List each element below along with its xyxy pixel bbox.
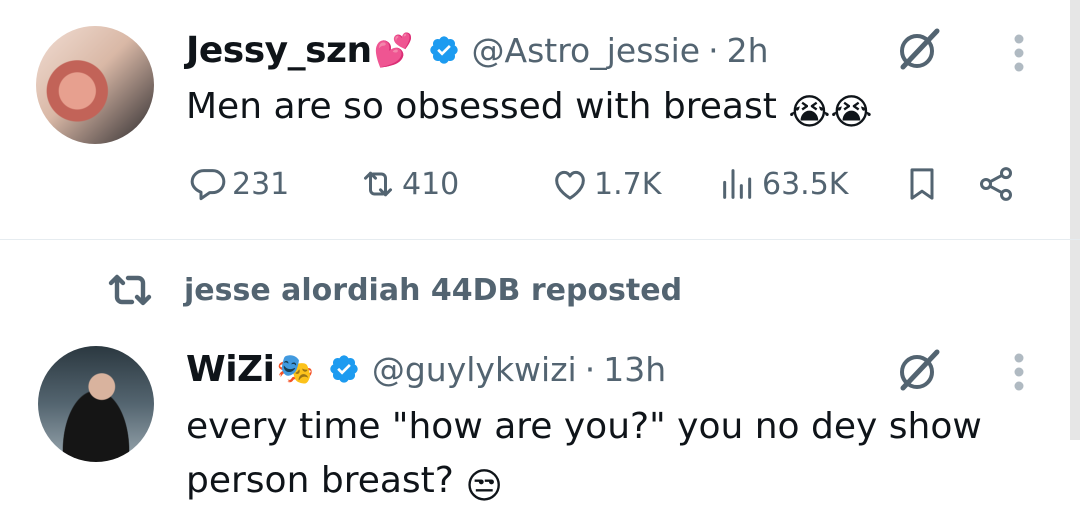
share-icon: [979, 167, 1013, 201]
bookmark-icon: [910, 168, 934, 200]
tweet-text: Men are so obsessed with breast 😭😭: [186, 80, 872, 140]
action-bar: 231 410 1.7K 63.5K: [186, 164, 1046, 208]
repost-button[interactable]: 410: [358, 164, 459, 204]
tweet[interactable]: Jessy_szn 💕 @Astro_jessie · 2h Men are s…: [0, 0, 1080, 240]
tweet-text: every time "how are you?" you no dey sho…: [186, 400, 1046, 514]
reply-icon: [190, 169, 226, 201]
verified-badge-icon[interactable]: [428, 34, 460, 66]
tweet-text-emoji: 😭😭: [788, 92, 873, 133]
separator: ·: [708, 30, 719, 70]
repost-count: 410: [402, 166, 460, 202]
views-button[interactable]: 63.5K: [718, 164, 848, 204]
like-button[interactable]: 1.7K: [550, 164, 661, 204]
display-name[interactable]: Jessy_szn: [186, 30, 372, 71]
share-button[interactable]: [976, 164, 1016, 204]
repost-context[interactable]: jesse alordiah 44DB reposted: [106, 268, 682, 312]
grok-icon[interactable]: [893, 344, 945, 396]
separator: ·: [584, 349, 596, 389]
tweet-header: WiZi 🎭 @guylykwizi · 13h: [186, 344, 666, 394]
like-count: 1.7K: [594, 166, 662, 202]
avatar[interactable]: [38, 346, 154, 462]
reply-count: 231: [232, 166, 290, 202]
tweet-text-body: every time "how are you?" you no dey sho…: [186, 406, 982, 501]
grok-icon[interactable]: [893, 23, 945, 75]
repost-icon: [108, 274, 152, 306]
name-emoji: 💕: [373, 31, 414, 69]
views-icon: [723, 169, 752, 199]
handle[interactable]: @Astro_jessie: [472, 31, 701, 70]
handle[interactable]: @guylykwizi: [372, 350, 577, 389]
tweet-header: Jessy_szn 💕 @Astro_jessie · 2h: [186, 25, 769, 75]
display-name[interactable]: WiZi: [186, 349, 275, 390]
tweet-text-emoji: 😒: [465, 466, 503, 507]
avatar[interactable]: [36, 26, 154, 144]
more-icon[interactable]: [1012, 352, 1026, 392]
timestamp[interactable]: 2h: [727, 31, 769, 70]
bookmark-button[interactable]: [902, 164, 942, 204]
view-count: 63.5K: [762, 166, 849, 202]
repost-label: jesse alordiah 44DB reposted: [184, 272, 683, 308]
like-icon: [555, 170, 585, 200]
tweet-text-body: Men are so obsessed with breast: [186, 86, 777, 127]
name-emoji: 🎭: [276, 351, 314, 387]
verified-badge-icon[interactable]: [328, 353, 360, 385]
divider: [0, 239, 1080, 240]
repost-icon: [364, 171, 392, 197]
reply-button[interactable]: 231: [188, 164, 289, 204]
timestamp[interactable]: 13h: [603, 350, 666, 389]
more-icon[interactable]: [1012, 33, 1026, 73]
